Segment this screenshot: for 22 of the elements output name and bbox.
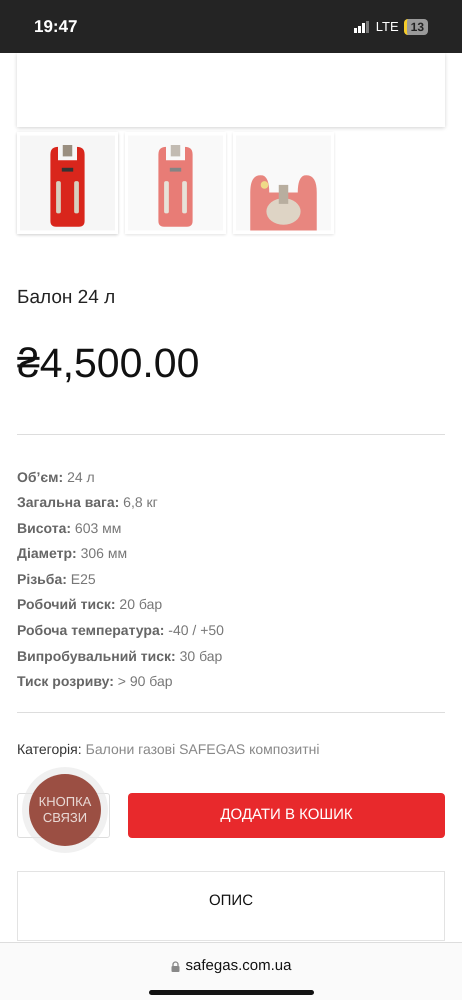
spec-line: Різьба: E25 [17, 570, 97, 589]
url-text[interactable]: safegas.com.ua [186, 955, 292, 978]
spec-line: Випробувальний тиск: 30 бар [17, 646, 224, 666]
product-price: ₴4,500.00 [17, 342, 200, 384]
spec-line: Висота: 603 мм [17, 518, 122, 538]
spec-line: Робочий тиск: 20 бар [17, 595, 164, 614]
spec-line: Тиск розриву: > 90 бар [17, 672, 174, 692]
spec-line: Об’єм: 24 л [17, 468, 96, 486]
signal-icon [354, 20, 371, 32]
add-to-cart-button[interactable]: ДОДАТИ В КОШИК [128, 792, 445, 838]
category-link[interactable]: Балони газові SAFEGAS композитні [86, 738, 320, 760]
clock: 19:47 [34, 16, 78, 38]
network-label: LTE [376, 18, 399, 36]
category-label: Категорія: [17, 740, 82, 759]
product-title: Балон 24 л [17, 286, 116, 310]
lock-icon [170, 960, 180, 972]
spec-line: Робоча температура: -40 / +50 [17, 621, 225, 640]
spec-line: Діаметр: 306 мм [17, 544, 128, 564]
spec-line: Загальна вага: 6,8 кг [17, 493, 159, 512]
description-tab[interactable]: ОПИС [17, 870, 445, 941]
battery-indicator: 13 [404, 18, 428, 34]
contact-button[interactable]: КНОПКА СВЯЗИ [29, 774, 101, 846]
